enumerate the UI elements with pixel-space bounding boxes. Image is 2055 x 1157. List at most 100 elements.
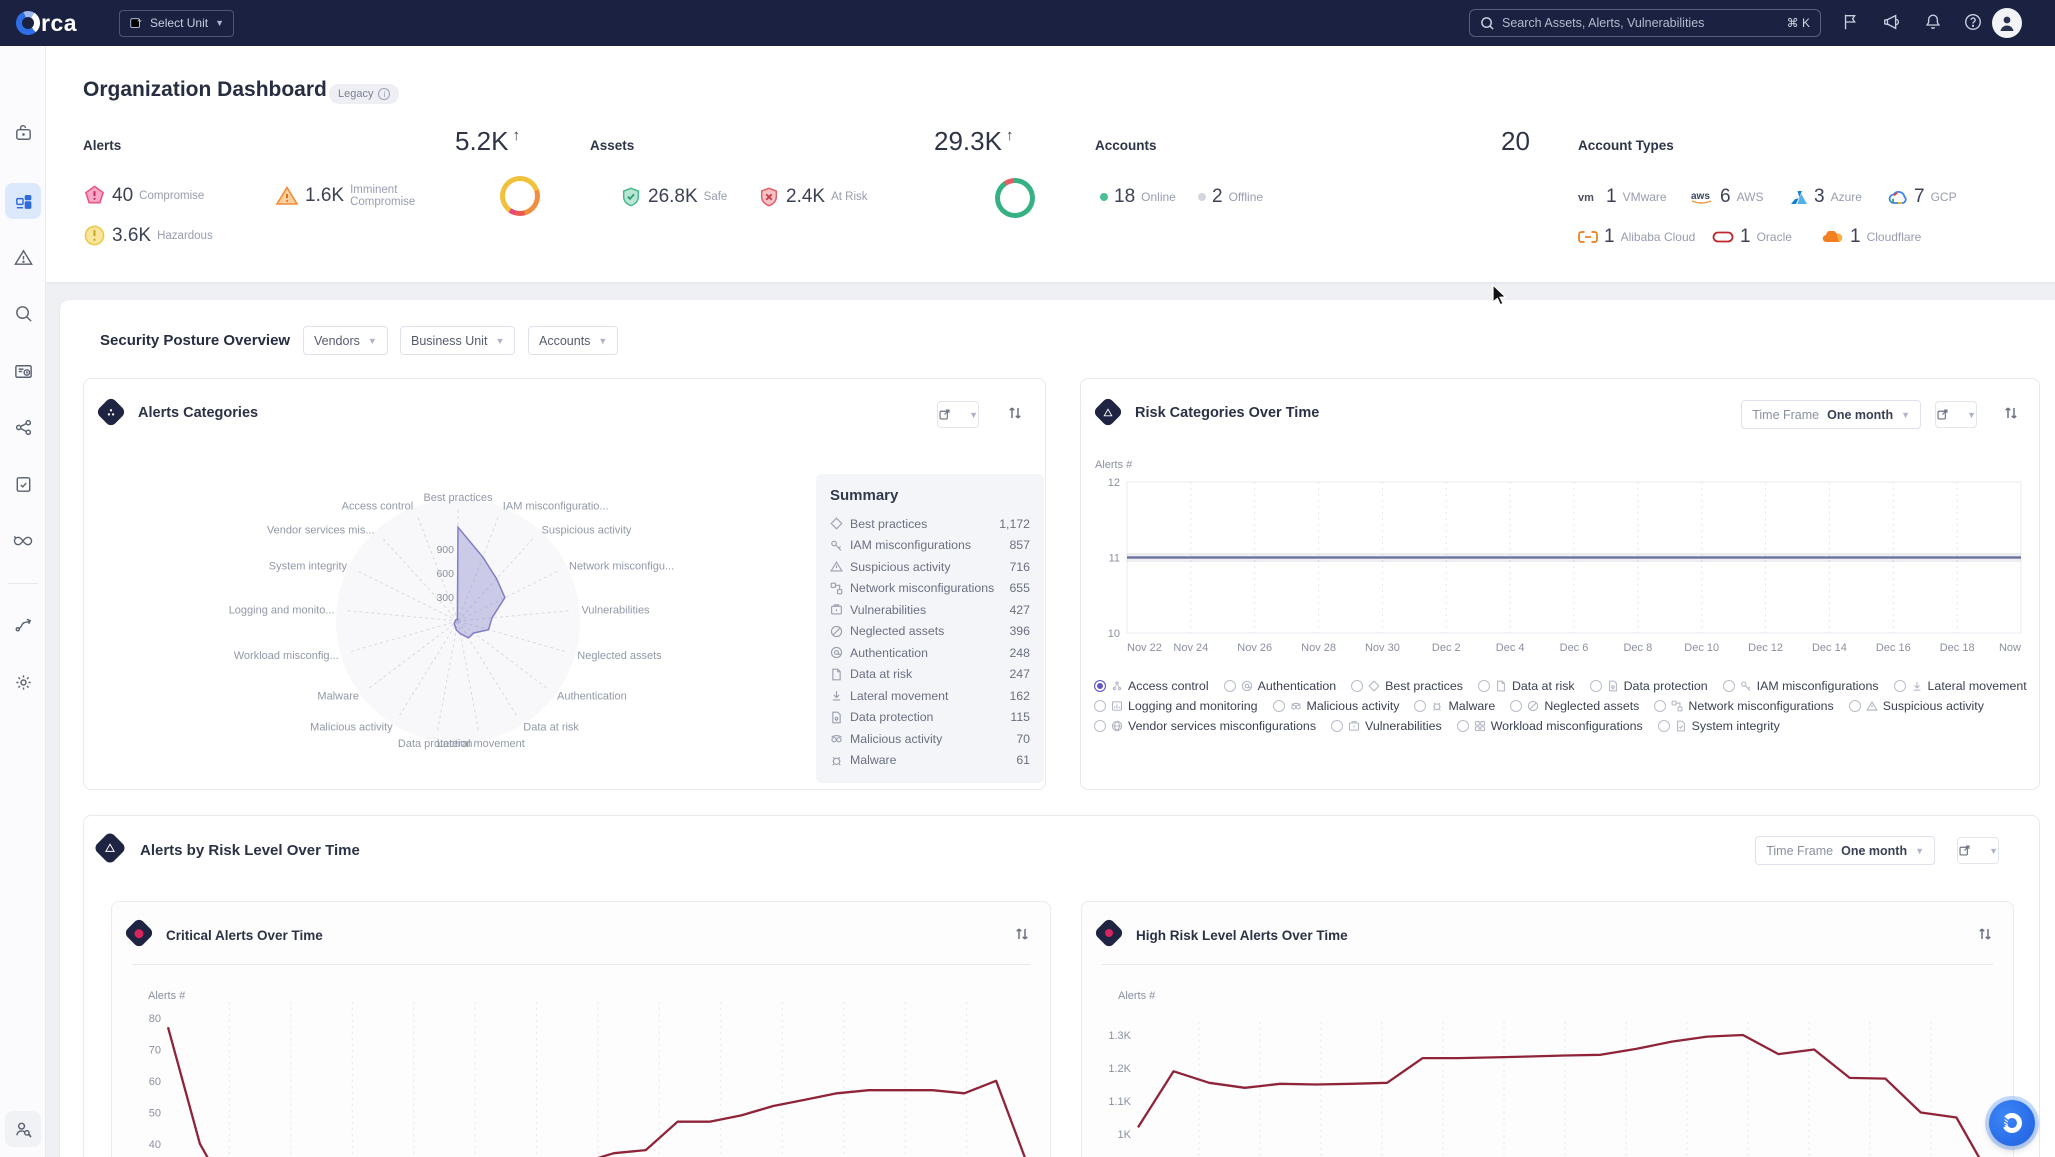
online-label: Online <box>1141 190 1176 204</box>
radio-icon[interactable] <box>1273 700 1285 712</box>
global-search[interactable]: ⌘ K <box>1469 9 1821 37</box>
inventory-icon[interactable] <box>5 353 41 389</box>
radio-icon[interactable] <box>1331 720 1343 732</box>
automations-icon[interactable] <box>5 606 41 642</box>
legend-item-data-protection[interactable]: Data protection <box>1590 679 1708 693</box>
legend-item-logging-and-monitoring[interactable]: Logging and monitoring <box>1094 699 1258 713</box>
radar-axis-label-network-misconfigurations: Network misconfigu... <box>569 561 674 573</box>
legend-item-malicious-activity[interactable]: Malicious activity <box>1273 699 1400 713</box>
best-practices-icon <box>830 517 843 530</box>
legend-item-data-at-risk[interactable]: Data at risk <box>1478 679 1575 693</box>
legend-item-iam-misconfigurations[interactable]: IAM misconfigurations <box>1723 679 1879 693</box>
azure-icon <box>1790 190 1808 205</box>
radar-axis-label-best-practices: Best practices <box>423 492 493 504</box>
orca-assistant-button[interactable] <box>1989 1100 2035 1146</box>
search-input[interactable] <box>1502 16 1780 30</box>
info-icon: i <box>378 88 390 100</box>
summary-row-label: Lateral movement <box>850 689 1002 703</box>
legacy-badge[interactable]: Legacy i <box>329 84 399 104</box>
compare-icon[interactable] <box>1977 926 1995 944</box>
radio-icon[interactable] <box>1094 720 1106 732</box>
radio-icon[interactable] <box>1654 700 1666 712</box>
summary-row-authentication: Authentication248 <box>830 642 1030 664</box>
offline-dot-icon <box>1198 193 1206 201</box>
legend-item-workload-misconfigurations[interactable]: Workload misconfigurations <box>1457 719 1643 733</box>
radio-icon[interactable] <box>1849 700 1861 712</box>
y-tick-label: 11 <box>1109 553 1120 565</box>
imminent-value: 1.6K <box>305 185 344 207</box>
chevron-down-icon: ▼ <box>969 410 978 420</box>
orca-logo[interactable]: rca <box>16 10 77 37</box>
avatar[interactable] <box>1992 8 2022 38</box>
shift-left-icon[interactable] <box>5 523 41 559</box>
legend-item-authentication[interactable]: Authentication <box>1224 679 1337 693</box>
compare-icon[interactable] <box>1007 405 1025 423</box>
radio-icon[interactable] <box>1590 680 1602 692</box>
compliance-icon[interactable] <box>5 466 41 502</box>
radio-icon[interactable] <box>1510 700 1522 712</box>
radio-icon[interactable] <box>1723 680 1735 692</box>
legend-item-label: Authentication <box>1258 679 1337 693</box>
radio-icon[interactable] <box>1457 720 1469 732</box>
y-tick-label: 80 <box>149 1013 161 1025</box>
help-icon[interactable] <box>1963 12 1985 34</box>
legend-item-vendor-services-misconfigurations[interactable]: Vendor services misconfigurations <box>1094 719 1316 733</box>
export-button[interactable]: ▼ <box>1935 401 1977 428</box>
time-frame-dropdown[interactable]: Time Frame One month ▼ <box>1755 836 1935 865</box>
summary-row-suspicious-activity: Suspicious activity716 <box>830 556 1030 578</box>
radio-icon[interactable] <box>1094 700 1106 712</box>
legend-item-best-practices[interactable]: Best practices <box>1351 679 1463 693</box>
export-button[interactable]: ▼ <box>1957 837 1999 864</box>
compromise-value: 40 <box>112 185 133 207</box>
legend-item-access-control[interactable]: Access control <box>1094 679 1209 693</box>
flag-icon[interactable] <box>1841 12 1863 34</box>
radio-icon[interactable] <box>1658 720 1670 732</box>
critical-alerts-icon <box>123 917 154 948</box>
summary-row-value: 162 <box>1009 689 1030 703</box>
account-type-oracle: 1Oracle <box>1712 226 1792 248</box>
imminent-label: Imminent Compromise <box>350 184 428 208</box>
compare-icon[interactable] <box>1014 926 1032 944</box>
legend-item-network-misconfigurations[interactable]: Network misconfigurations <box>1654 699 1833 713</box>
legend-item-label: Workload misconfigurations <box>1491 719 1643 733</box>
radio-icon[interactable] <box>1478 680 1490 692</box>
accounts-offline-stat: 2 Offline <box>1198 186 1263 208</box>
settings-icon[interactable] <box>5 664 41 700</box>
select-unit-dropdown[interactable]: Select Unit ▼ <box>119 10 234 37</box>
radio-icon[interactable] <box>1414 700 1426 712</box>
select-unit-label: Select Unit <box>150 16 208 30</box>
alerts-group-label: Alerts <box>83 138 121 153</box>
y-axis-label: Alerts # <box>148 990 185 1002</box>
export-button[interactable]: ▼ <box>937 401 979 428</box>
attack-path-icon[interactable] <box>5 409 41 445</box>
radio-icon[interactable] <box>1351 680 1363 692</box>
data-protection-icon <box>1607 680 1619 692</box>
legend-item-neglected-assets[interactable]: Neglected assets <box>1510 699 1639 713</box>
radio-icon[interactable] <box>1894 680 1906 692</box>
alerts-icon[interactable] <box>5 239 41 275</box>
radio-selected-icon[interactable] <box>1094 680 1106 692</box>
radio-icon[interactable] <box>1224 680 1236 692</box>
vendors-filter-dropdown[interactable]: Vendors▼ <box>303 326 388 355</box>
critical-alerts-card: Critical Alerts Over Time Alerts # 40506… <box>111 901 1051 1157</box>
dashboard-icon[interactable] <box>5 183 41 219</box>
accounts-filter-label: Accounts <box>539 334 590 348</box>
discovery-icon[interactable] <box>5 295 41 331</box>
home-icon[interactable] <box>5 115 41 151</box>
legend-item-vulnerabilities[interactable]: Vulnerabilities <box>1331 719 1442 733</box>
access-review-icon[interactable] <box>5 1111 41 1147</box>
legend-item-label: Data protection <box>1624 679 1708 693</box>
x-tick-label: Nov 24 <box>1173 642 1208 654</box>
accounts-filter-dropdown[interactable]: Accounts▼ <box>528 326 618 355</box>
compare-icon[interactable] <box>2003 405 2021 423</box>
notifications-icon[interactable] <box>1923 12 1945 34</box>
legend-item-system-integrity[interactable]: System integrity <box>1658 719 1780 733</box>
business-unit-filter-dropdown[interactable]: Business Unit▼ <box>400 326 515 355</box>
announcements-icon[interactable] <box>1882 12 1904 34</box>
legend-item-lateral-movement[interactable]: Lateral movement <box>1894 679 2027 693</box>
time-frame-dropdown[interactable]: Time Frame One month ▼ <box>1741 400 1921 429</box>
legend-item-malware[interactable]: Malware <box>1414 699 1495 713</box>
high-risk-line-chart: 1K1.1K1.2K1.3K <box>1082 1002 2015 1157</box>
legend-item-suspicious-activity[interactable]: Suspicious activity <box>1849 699 1984 713</box>
assets-donut <box>995 178 1035 218</box>
